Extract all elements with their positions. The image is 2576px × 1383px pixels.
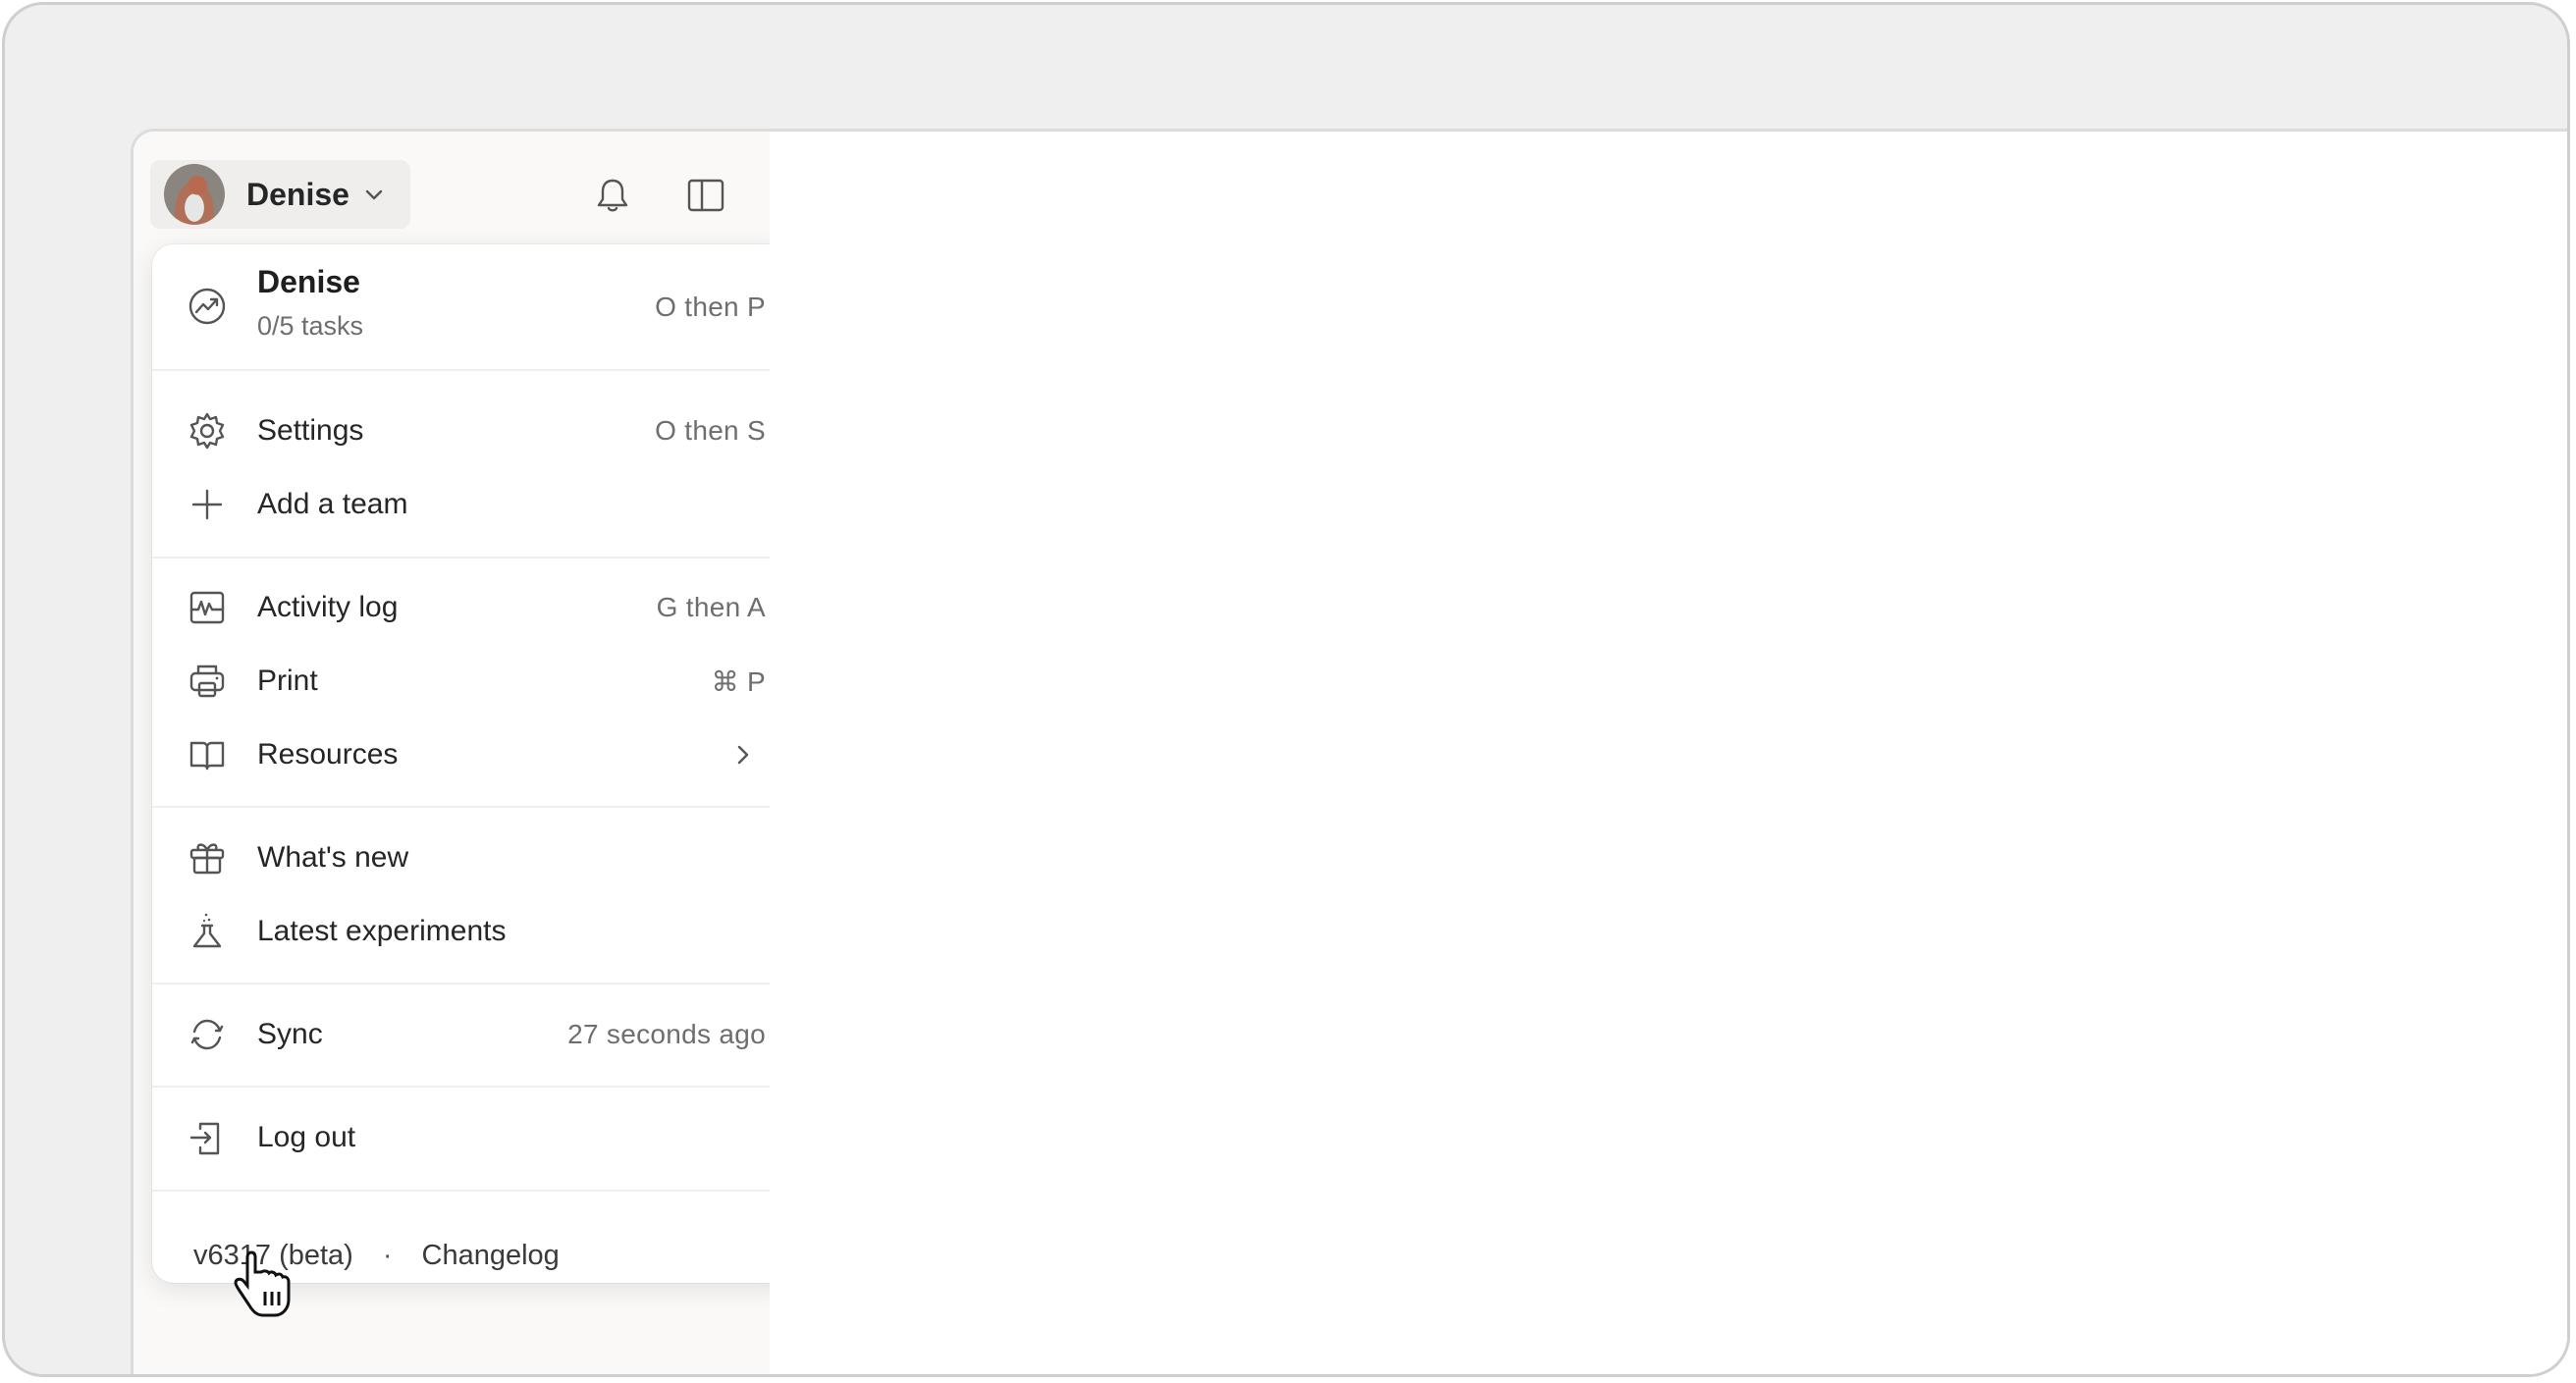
sidebar-panel-icon[interactable]	[685, 175, 726, 216]
plus-icon	[187, 484, 228, 525]
main-content	[770, 132, 2567, 1374]
menu-item-add-team[interactable]: Add a team	[152, 470, 795, 539]
chevron-right-icon	[737, 745, 749, 765]
productivity-chart-icon	[187, 286, 228, 327]
user-name: Denise	[246, 176, 349, 212]
sidebar: Denise Denise 0/5 tasks O then P Setting…	[134, 132, 795, 1374]
activity-icon	[187, 587, 228, 628]
menu-item-sync[interactable]: Sync 27 seconds ago	[152, 1000, 795, 1069]
menu-item-print[interactable]: Print ⌘ P	[152, 647, 795, 716]
profile-name: Denise	[257, 264, 360, 299]
user-menu-button[interactable]: Denise	[150, 160, 410, 229]
menu-item-label: Log out	[257, 1121, 356, 1153]
menu-item-label: Latest experiments	[257, 915, 507, 947]
flask-icon	[187, 911, 228, 952]
menu-divider	[152, 983, 795, 984]
menu-item-label: Add a team	[257, 488, 408, 520]
shortcut-hint: ⌘ P	[711, 665, 766, 697]
menu-item-activity-log[interactable]: Activity log G then A	[152, 573, 795, 642]
menu-item-label: What's new	[257, 841, 409, 874]
bell-icon[interactable]	[592, 175, 633, 216]
hand-pointer-cursor-icon	[234, 1250, 291, 1317]
menu-item-latest-experiments[interactable]: Latest experiments	[152, 897, 795, 966]
profile-task-count: 0/5 tasks	[257, 311, 364, 341]
desktop-frame: Denise Denise 0/5 tasks O then P Setting…	[2, 2, 2570, 1377]
menu-item-label: Activity log	[257, 591, 399, 623]
menu-divider	[152, 1086, 795, 1088]
user-dropdown-menu: Denise 0/5 tasks O then P Settings O the…	[152, 244, 795, 1283]
menu-item-settings[interactable]: Settings O then S	[152, 397, 795, 465]
changelog-link[interactable]: Changelog	[422, 1240, 560, 1272]
avatar	[164, 164, 225, 225]
menu-item-profile[interactable]: Denise 0/5 tasks O then P	[152, 252, 795, 360]
chevron-down-icon	[365, 189, 383, 200]
profile-shortcut: O then P	[655, 292, 766, 322]
gear-icon	[187, 410, 228, 452]
menu-item-label: Settings	[257, 414, 364, 447]
gift-icon	[187, 837, 228, 878]
printer-icon	[187, 661, 228, 702]
sync-status: 27 seconds ago	[567, 1019, 766, 1049]
menu-item-resources[interactable]: Resources	[152, 720, 795, 789]
menu-divider	[152, 557, 795, 559]
menu-divider	[152, 806, 795, 808]
app-window: Denise Denise 0/5 tasks O then P Setting…	[131, 129, 2567, 1374]
logout-icon	[187, 1117, 228, 1158]
menu-item-label: Sync	[257, 1018, 323, 1050]
menu-item-label: Resources	[257, 738, 399, 771]
sync-icon	[187, 1014, 228, 1055]
shortcut-hint: O then S	[655, 415, 766, 446]
book-icon	[187, 734, 228, 775]
menu-divider	[152, 369, 795, 371]
menu-divider	[152, 1190, 795, 1192]
menu-item-log-out[interactable]: Log out	[152, 1103, 795, 1172]
footer-separator: ·	[382, 1239, 393, 1271]
menu-item-whats-new[interactable]: What's new	[152, 824, 795, 892]
menu-item-label: Print	[257, 665, 318, 697]
shortcut-hint: G then A	[656, 592, 766, 622]
